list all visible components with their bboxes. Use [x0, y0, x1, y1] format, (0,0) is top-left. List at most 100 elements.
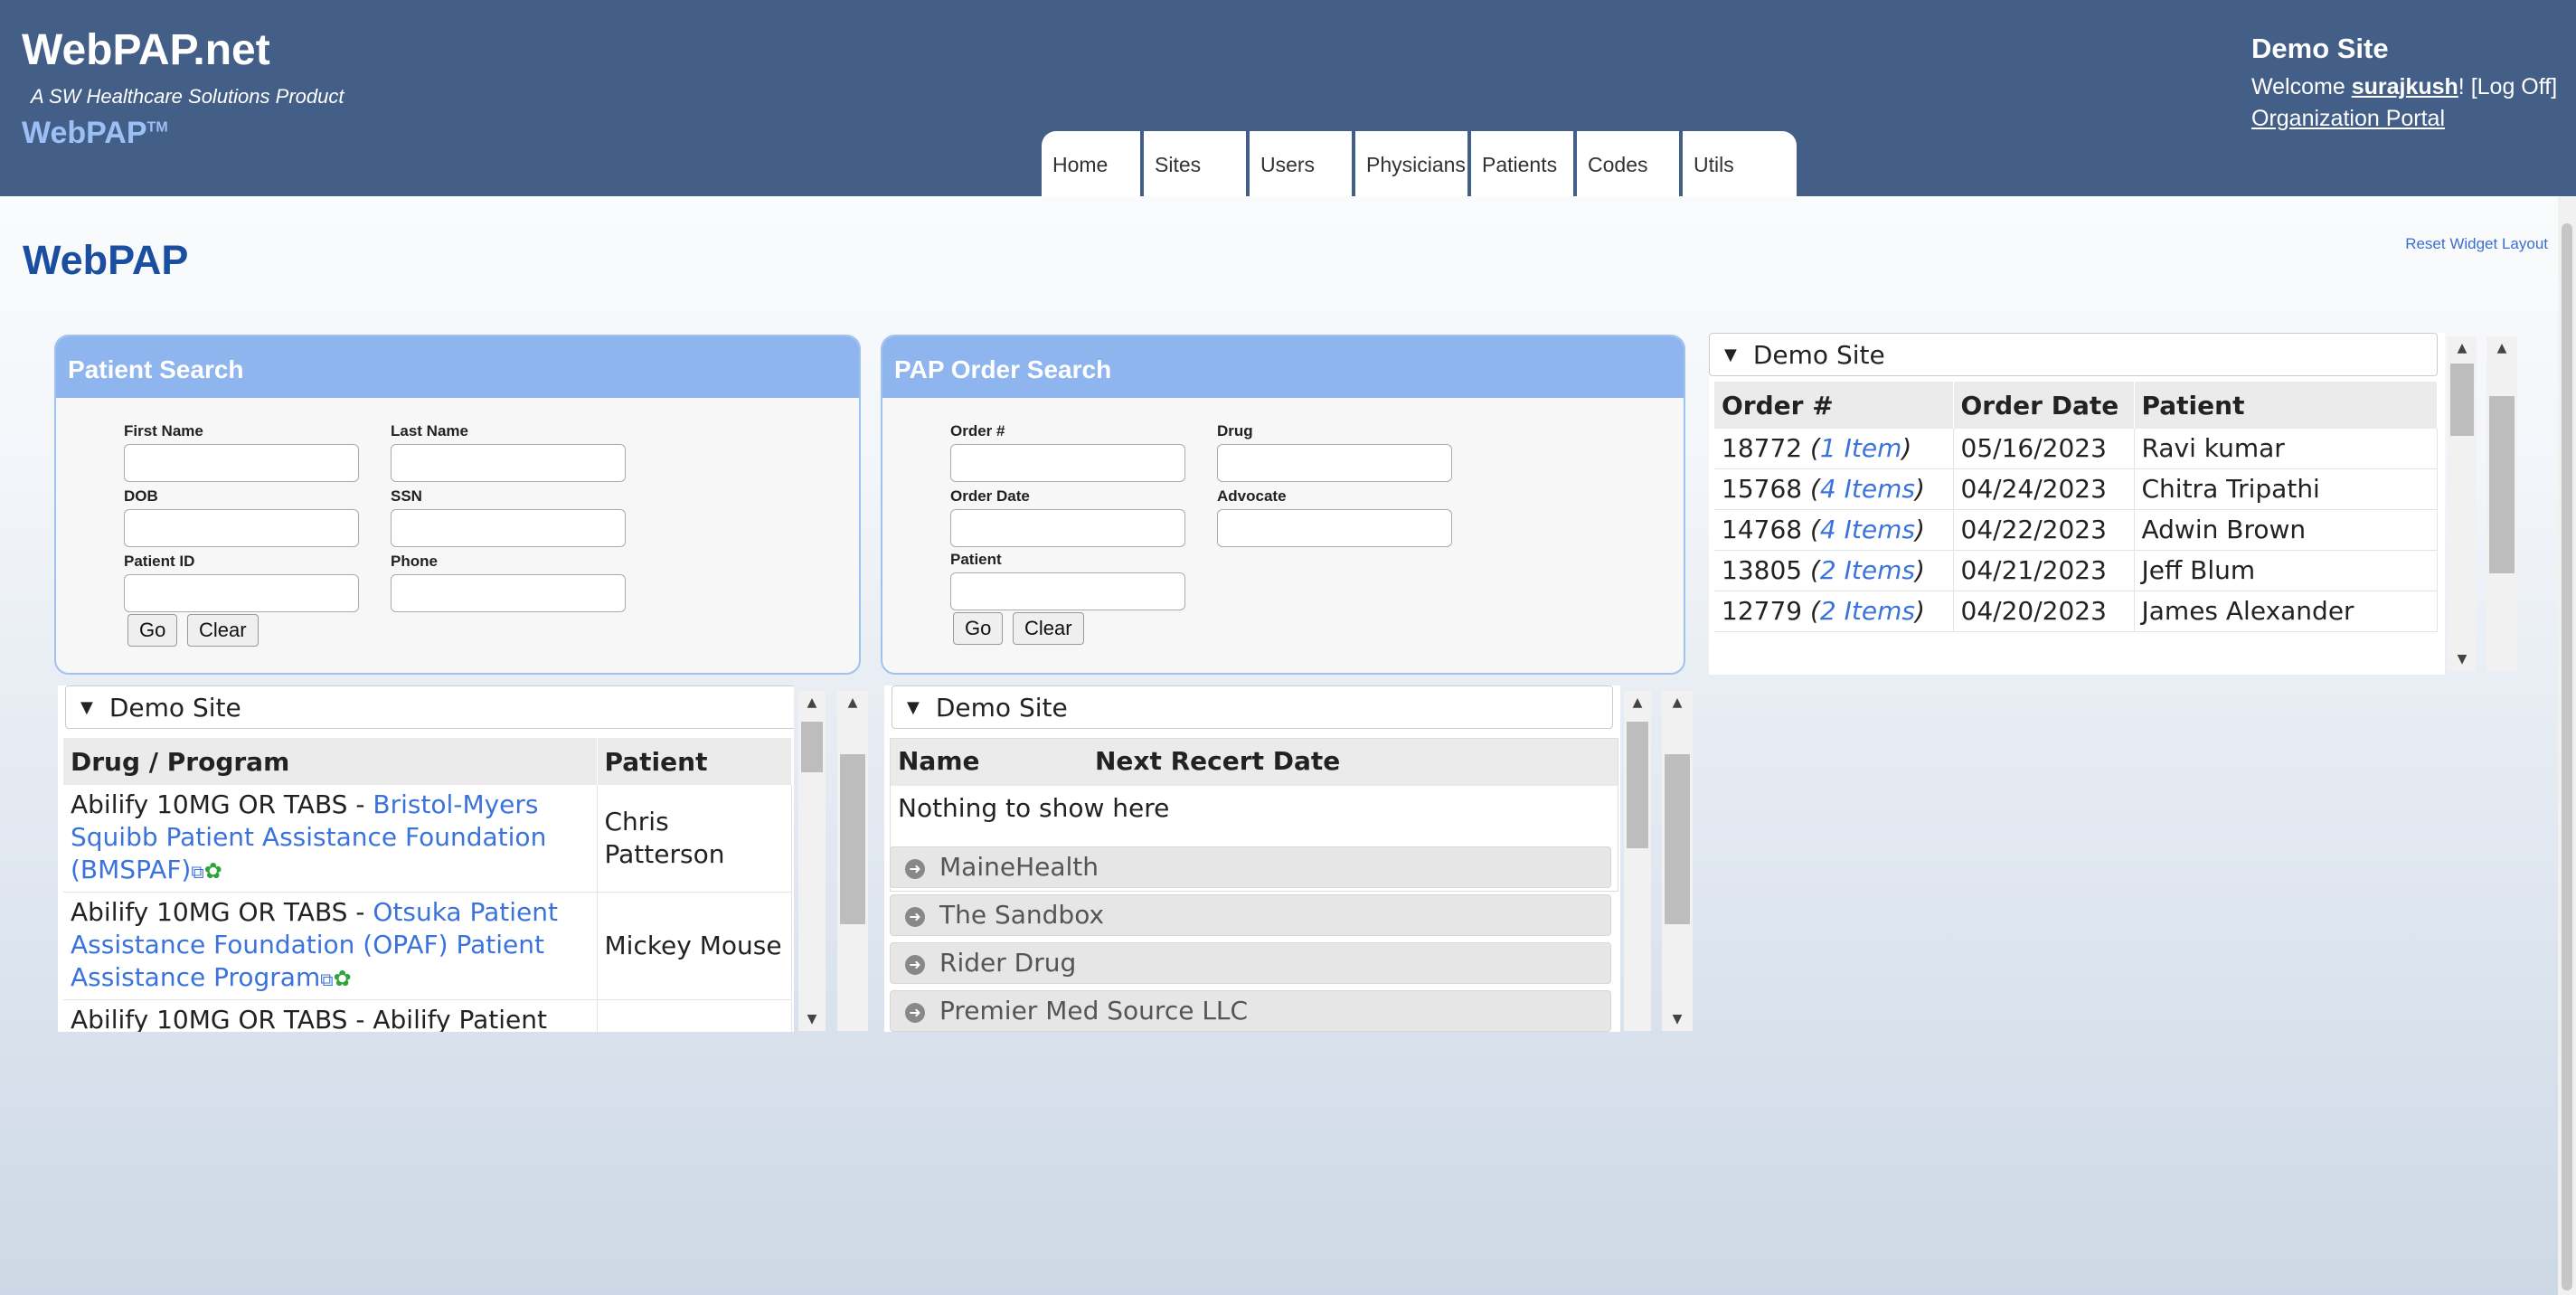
tab-codes[interactable]: Codes — [1577, 131, 1683, 196]
order-items-link[interactable]: 2 Items — [1820, 555, 1915, 585]
order-date: 04/24/2023 — [1953, 468, 2135, 510]
drugs-widget: ▼ Demo Site Drug / Program Patient Abilif… — [58, 685, 794, 1032]
scroll-thumb[interactable] — [2489, 396, 2515, 573]
reset-widget-layout-link[interactable]: Reset Widget Layout — [2405, 235, 2548, 253]
tab-physicians[interactable]: Physicians — [1355, 131, 1471, 196]
order-search-panel: PAP Order Search Order # Drug Order Date… — [881, 335, 1685, 675]
ssn-label: SSN — [391, 487, 422, 505]
page-scroll-thumb[interactable] — [2562, 223, 2572, 1290]
table-row: Abilify 10MG OR TABS - Bristol-Myers Squ… — [63, 785, 792, 893]
order-date-field: Order Date — [950, 487, 1185, 547]
last-name-label: Last Name — [391, 422, 468, 440]
external-link-icon[interactable]: ⧉ — [320, 969, 333, 990]
orders-site-select[interactable]: ▼ Demo Site — [1709, 333, 2438, 376]
recert-inner-scrollbar[interactable]: ▲ — [1624, 691, 1651, 1031]
scroll-up-icon[interactable]: ▲ — [2486, 336, 2517, 360]
caret-down-icon: ▼ — [80, 698, 93, 717]
ssn-input[interactable] — [391, 509, 626, 547]
orders-inner-scrollbar[interactable]: ▲ ▼ — [2448, 336, 2477, 671]
last-name-input[interactable] — [391, 444, 626, 482]
scroll-thumb[interactable] — [801, 722, 823, 772]
tab-patients[interactable]: Patients — [1471, 131, 1577, 196]
table-row: 13805 (2 Items) 04/21/2023 Jeff Blum — [1714, 550, 2438, 591]
scroll-thumb[interactable] — [2450, 364, 2474, 436]
scroll-thumb[interactable] — [1665, 754, 1690, 924]
group-row-mainehealth[interactable]: ➜ MaineHealth — [890, 846, 1611, 888]
order-patient-link[interactable]: Ravi kumar — [2134, 429, 2438, 469]
group-label: Rider Drug — [939, 948, 1077, 978]
expand-arrow-icon[interactable]: ➜ — [905, 859, 925, 879]
drug-patient-link[interactable]: Mickey Mouse — [597, 892, 792, 1000]
order-no-input[interactable] — [950, 444, 1185, 482]
orders-site-name: Demo Site — [1752, 340, 1885, 370]
order-patient-link[interactable]: Jeff Blum — [2134, 550, 2438, 591]
patient-id-input[interactable] — [124, 574, 359, 612]
first-name-label: First Name — [124, 422, 203, 440]
tab-users[interactable]: Users — [1250, 131, 1355, 196]
drug-field: Drug — [1217, 422, 1452, 482]
advocate-input[interactable] — [1217, 509, 1452, 547]
group-row-premier-med[interactable]: ➜ Premier Med Source LLC — [890, 990, 1611, 1032]
scroll-up-icon[interactable]: ▲ — [2448, 336, 2477, 360]
scroll-down-icon[interactable]: ▼ — [1662, 1007, 1693, 1031]
order-items-link[interactable]: 2 Items — [1820, 596, 1915, 626]
drug-input[interactable] — [1217, 444, 1452, 482]
org-portal-link[interactable]: Organization Portal — [2251, 106, 2557, 132]
group-row-rider-drug[interactable]: ➜ Rider Drug — [890, 942, 1611, 984]
group-row-sandbox[interactable]: ➜ The Sandbox — [890, 894, 1611, 936]
scroll-up-icon[interactable]: ▲ — [1662, 691, 1693, 714]
order-go-button[interactable]: Go — [953, 612, 1004, 645]
logoff-link[interactable]: [Log Off] — [2471, 74, 2557, 99]
drugs-inner-scrollbar[interactable]: ▲ ▼ — [798, 691, 826, 1031]
tab-home[interactable]: Home — [1042, 131, 1144, 196]
drug-patient-link[interactable]: Chris Patterson — [597, 785, 792, 893]
drugs-outer-scrollbar[interactable]: ▲ — [837, 691, 868, 1031]
scroll-thumb[interactable] — [840, 754, 865, 924]
recert-site-select[interactable]: ▼ Demo Site — [892, 685, 1613, 729]
scroll-down-icon[interactable]: ▼ — [2448, 648, 2477, 671]
patient-clear-button[interactable]: Clear — [187, 614, 259, 647]
col-drug-program: Drug / Program — [63, 738, 598, 785]
order-items-link[interactable]: 4 Items — [1820, 474, 1915, 504]
tab-utils[interactable]: Utils — [1683, 131, 1797, 196]
username-link[interactable]: surajkush — [2352, 74, 2458, 99]
expand-arrow-icon[interactable]: ➜ — [905, 955, 925, 975]
recert-widget: ▼ Demo Site Name Next Recert Date Nothing… — [884, 685, 1620, 1032]
order-patient-link[interactable]: James Alexander — [2134, 591, 2438, 632]
order-clear-button[interactable]: Clear — [1013, 612, 1084, 645]
orders-outer-scrollbar[interactable]: ▲ — [2486, 336, 2517, 671]
order-no-field: Order # — [950, 422, 1185, 482]
patient-id-label: Patient ID — [124, 553, 195, 570]
order-no-label: Order # — [950, 422, 1005, 440]
drug-name: Abilify 10MG OR TABS - Abilify Patient — [71, 1005, 547, 1032]
external-link-icon[interactable]: ⧉ — [191, 861, 203, 883]
page-scrollbar[interactable] — [2558, 196, 2576, 1295]
scroll-up-icon[interactable]: ▲ — [798, 691, 826, 714]
drug-patient-link[interactable] — [597, 999, 792, 1032]
expand-arrow-icon[interactable]: ➜ — [905, 1003, 925, 1023]
col-order-date: Order Date — [1953, 382, 2135, 429]
order-date-input[interactable] — [950, 509, 1185, 547]
expand-arrow-icon[interactable]: ➜ — [905, 907, 925, 927]
welcome-line: Welcome surajkush! [Log Off] — [2251, 74, 2557, 100]
scroll-thumb[interactable] — [1627, 722, 1648, 848]
order-patient-link[interactable]: Chitra Tripathi — [2134, 468, 2438, 510]
order-items-link[interactable]: 4 Items — [1820, 515, 1915, 544]
drugs-site-select[interactable]: ▼ Demo Site — [65, 685, 794, 729]
scroll-down-icon[interactable]: ▼ — [798, 1007, 826, 1031]
dob-input[interactable] — [124, 509, 359, 547]
tab-sites[interactable]: Sites — [1144, 131, 1250, 196]
order-patient-input[interactable] — [950, 572, 1185, 610]
order-items-link[interactable]: 1 Item — [1820, 433, 1901, 463]
brand-tagline: A SW Healthcare Solutions Product — [31, 85, 344, 108]
drugs-table: Drug / Program Patient Abilify 10MG OR T… — [63, 738, 792, 1032]
recert-outer-scrollbar[interactable]: ▲ ▼ — [1662, 691, 1693, 1031]
pills-icon: ✿ — [203, 858, 222, 884]
scroll-up-icon[interactable]: ▲ — [837, 691, 868, 714]
scroll-up-icon[interactable]: ▲ — [1624, 691, 1651, 714]
order-patient-link[interactable]: Adwin Brown — [2134, 509, 2438, 551]
first-name-input[interactable] — [124, 444, 359, 482]
patient-go-button[interactable]: Go — [127, 614, 178, 647]
phone-input[interactable] — [391, 574, 626, 612]
advocate-field: Advocate — [1217, 487, 1452, 547]
